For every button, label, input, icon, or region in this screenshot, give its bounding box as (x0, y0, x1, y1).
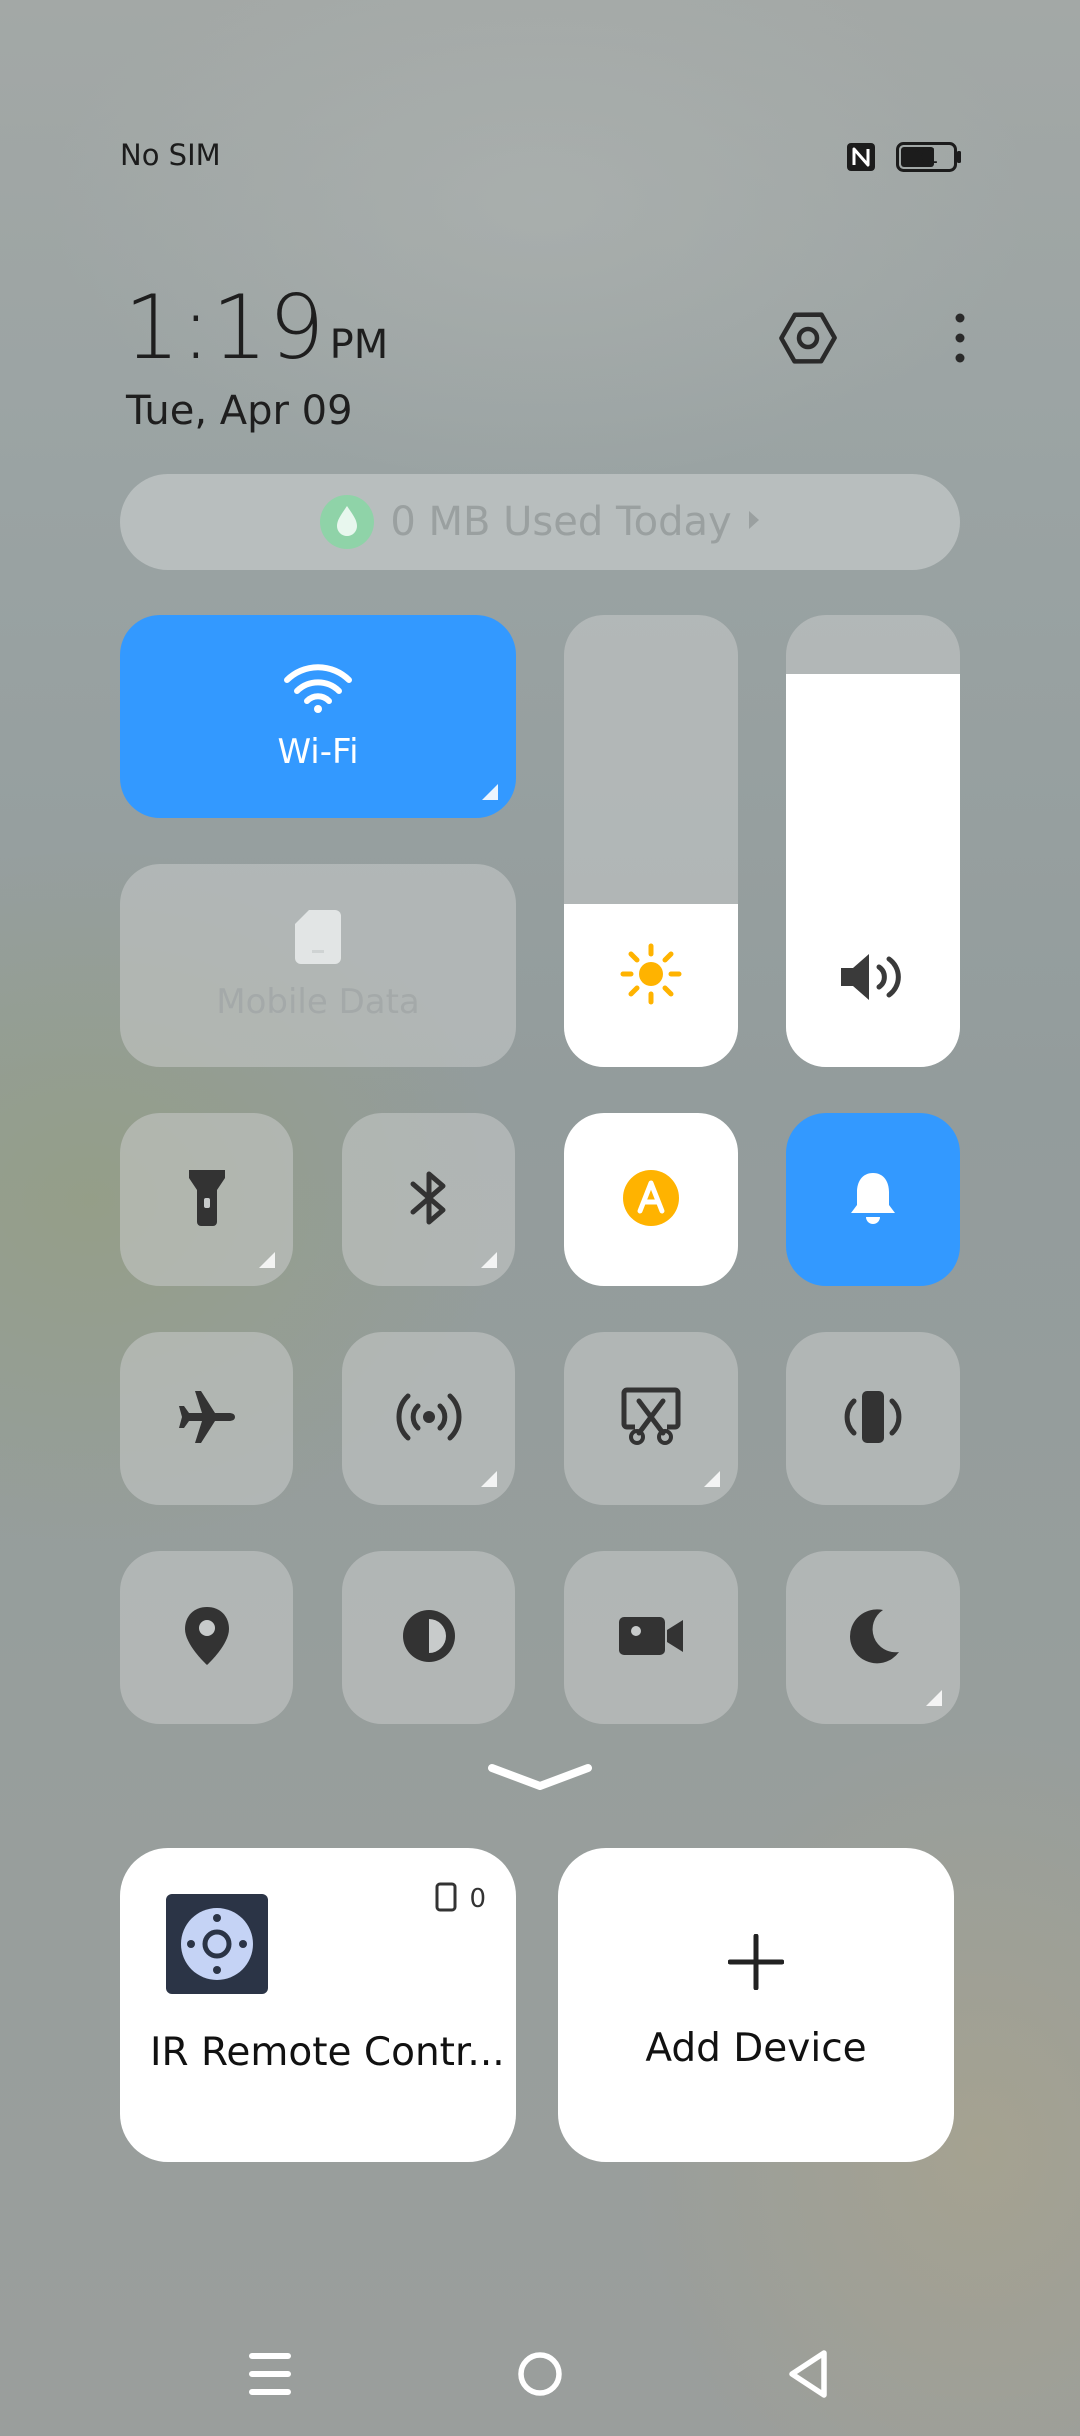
wifi-tile[interactable]: Wi-Fi (120, 615, 516, 818)
screenshot-scissors-icon (621, 1387, 681, 1451)
carrier-text: No SIM (120, 138, 221, 172)
vibrate-icon (841, 1387, 905, 1451)
bell-icon (848, 1169, 898, 1231)
ring-mode-tile[interactable] (786, 1113, 960, 1286)
home-nav-icon[interactable] (516, 2350, 564, 2398)
vibrate-tile[interactable] (786, 1332, 960, 1505)
device-count-text: 0 (469, 1884, 486, 1914)
video-camera-icon (616, 1611, 686, 1665)
date-text[interactable]: Tue, Apr 09 (126, 388, 353, 434)
clock-ampm: PM (329, 322, 389, 368)
moon-icon (843, 1606, 903, 1670)
device-count: 0 (435, 1882, 486, 1916)
menu-nav-icon[interactable] (248, 2350, 292, 2398)
phone-icon (435, 1882, 457, 1916)
mobile-data-tile[interactable]: Mobile Data (120, 864, 516, 1067)
plus-icon (727, 1933, 785, 1994)
hotspot-icon (394, 1387, 464, 1451)
clock-time: 1:19 (124, 276, 326, 379)
clock[interactable]: 1:19 PM (124, 276, 388, 379)
ir-remote-card[interactable]: 0 IR Remote Contr... (120, 1848, 516, 2162)
add-device-card[interactable]: Add Device (558, 1848, 954, 2162)
add-device-label: Add Device (645, 2026, 867, 2071)
volume-slider[interactable] (786, 615, 960, 1067)
airplane-icon (177, 1387, 237, 1451)
do-not-disturb-tile[interactable] (786, 1551, 960, 1724)
settings-icon[interactable] (776, 306, 840, 370)
chevron-right-icon (748, 510, 760, 534)
sun-icon (620, 943, 682, 1009)
location-tile[interactable] (120, 1551, 293, 1724)
bluetooth-icon (409, 1168, 449, 1232)
hotspot-tile[interactable] (342, 1332, 515, 1505)
brightness-slider[interactable] (564, 615, 738, 1067)
expand-chevron-icon[interactable] (484, 1760, 596, 1794)
location-pin-icon (182, 1605, 232, 1671)
screen-record-tile[interactable] (564, 1551, 738, 1724)
flashlight-icon (188, 1169, 225, 1230)
flashlight-tile[interactable] (120, 1113, 293, 1286)
nfc-icon (845, 141, 877, 173)
dark-mode-tile[interactable] (342, 1551, 515, 1724)
wifi-icon (283, 662, 353, 718)
data-usage-bar[interactable]: 0 MB Used Today (120, 474, 960, 570)
bluetooth-tile[interactable] (342, 1113, 515, 1286)
battery-level-text: 61 (913, 144, 939, 168)
speaker-icon (837, 949, 909, 1009)
water-drop-icon (320, 495, 375, 549)
more-options-icon[interactable] (944, 310, 976, 366)
contrast-icon (399, 1606, 459, 1670)
ir-remote-label: IR Remote Contr... (150, 2030, 505, 2075)
battery-icon: 61 (896, 142, 962, 172)
wifi-label: Wi-Fi (277, 731, 359, 772)
mobile-data-label: Mobile Data (216, 981, 420, 1022)
auto-brightness-tile[interactable] (564, 1113, 738, 1286)
back-nav-icon[interactable] (786, 2348, 830, 2400)
screenshot-tile[interactable] (564, 1332, 738, 1505)
auto-brightness-icon (621, 1168, 681, 1232)
data-usage-label: 0 MB Used Today (390, 499, 732, 545)
sim-card-icon (295, 909, 341, 968)
airplane-mode-tile[interactable] (120, 1332, 293, 1505)
remote-control-icon (166, 1894, 268, 1994)
